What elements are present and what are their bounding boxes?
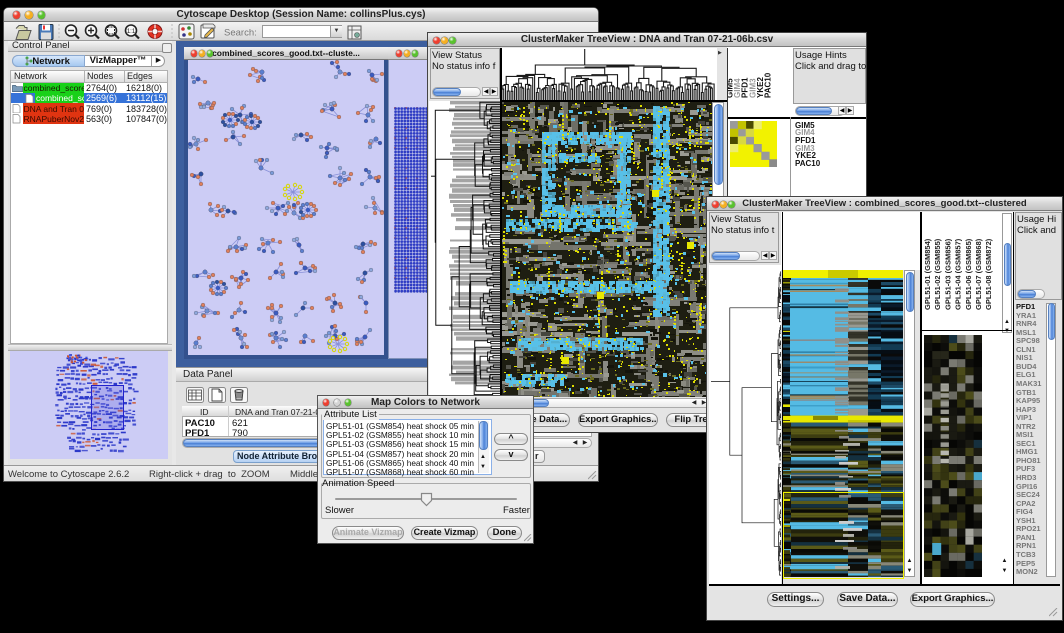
svg-text:1:1: 1:1: [127, 29, 136, 35]
svg-text:PAC10: PAC10: [764, 72, 773, 98]
svg-text:Search:: Search:: [224, 28, 257, 39]
